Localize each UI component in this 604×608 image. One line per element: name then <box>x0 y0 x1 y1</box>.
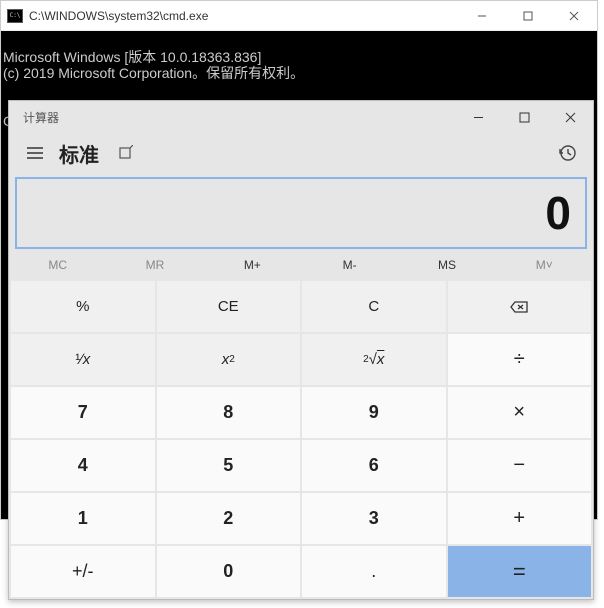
subtract-key[interactable]: − <box>448 440 592 491</box>
reciprocal-key[interactable]: ¹∕x <box>11 334 155 385</box>
cmd-titlebar[interactable]: C:\WINDOWS\system32\cmd.exe <box>1 1 597 31</box>
calc-title: 计算器 <box>9 109 455 126</box>
digit-9-key[interactable]: 9 <box>302 387 446 438</box>
memory-row: MC MR M+ M- MS M˅ <box>9 251 593 279</box>
backspace-key[interactable] <box>448 281 592 332</box>
digit-0-key[interactable]: 0 <box>157 546 301 597</box>
display: 0 <box>15 177 587 249</box>
keep-on-top-button[interactable] <box>107 135 143 171</box>
digit-4-key[interactable]: 4 <box>11 440 155 491</box>
digit-6-key[interactable]: 6 <box>302 440 446 491</box>
calc-minimize-button[interactable] <box>455 101 501 133</box>
negate-key[interactable]: +/- <box>11 546 155 597</box>
cmd-minimize-button[interactable] <box>459 1 505 31</box>
sqrt-key[interactable]: 2√x <box>302 334 446 385</box>
c-key[interactable]: C <box>302 281 446 332</box>
cmd-close-button[interactable] <box>551 1 597 31</box>
mlist-button[interactable]: M˅ <box>496 251 593 279</box>
divide-key[interactable]: ÷ <box>448 334 592 385</box>
cmd-maximize-button[interactable] <box>505 1 551 31</box>
mode-label: 标准 <box>55 139 103 168</box>
multiply-key[interactable]: × <box>448 387 592 438</box>
ms-button[interactable]: MS <box>398 251 495 279</box>
calc-titlebar[interactable]: 计算器 <box>9 101 593 133</box>
equals-key[interactable]: = <box>448 546 592 597</box>
decimal-key[interactable]: . <box>302 546 446 597</box>
display-value: 0 <box>545 186 571 240</box>
calculator-window: 计算器 标准 0 MC MR M+ M- MS M˅ % CE C <box>8 100 594 600</box>
hamburger-menu-button[interactable] <box>15 133 55 173</box>
mplus-button[interactable]: M+ <box>204 251 301 279</box>
calc-header: 标准 <box>9 133 593 173</box>
mr-button[interactable]: MR <box>106 251 203 279</box>
calc-close-button[interactable] <box>547 101 593 133</box>
digit-7-key[interactable]: 7 <box>11 387 155 438</box>
digit-2-key[interactable]: 2 <box>157 493 301 544</box>
cmd-line: (c) 2019 Microsoft Corporation。保留所有权利。 <box>3 65 595 81</box>
history-button[interactable] <box>547 133 587 173</box>
digit-1-key[interactable]: 1 <box>11 493 155 544</box>
keypad: % CE C ¹∕x x2 2√x ÷ 7 8 9 × 4 5 6 − 1 2 … <box>9 279 593 599</box>
digit-8-key[interactable]: 8 <box>157 387 301 438</box>
cmd-icon <box>7 9 23 23</box>
cmd-title: C:\WINDOWS\system32\cmd.exe <box>29 9 459 23</box>
ce-key[interactable]: CE <box>157 281 301 332</box>
digit-3-key[interactable]: 3 <box>302 493 446 544</box>
percent-key[interactable]: % <box>11 281 155 332</box>
add-key[interactable]: + <box>448 493 592 544</box>
calc-maximize-button[interactable] <box>501 101 547 133</box>
mminus-button[interactable]: M- <box>301 251 398 279</box>
square-key[interactable]: x2 <box>157 334 301 385</box>
cmd-line: Microsoft Windows [版本 10.0.18363.836] <box>3 49 595 65</box>
digit-5-key[interactable]: 5 <box>157 440 301 491</box>
mc-button[interactable]: MC <box>9 251 106 279</box>
